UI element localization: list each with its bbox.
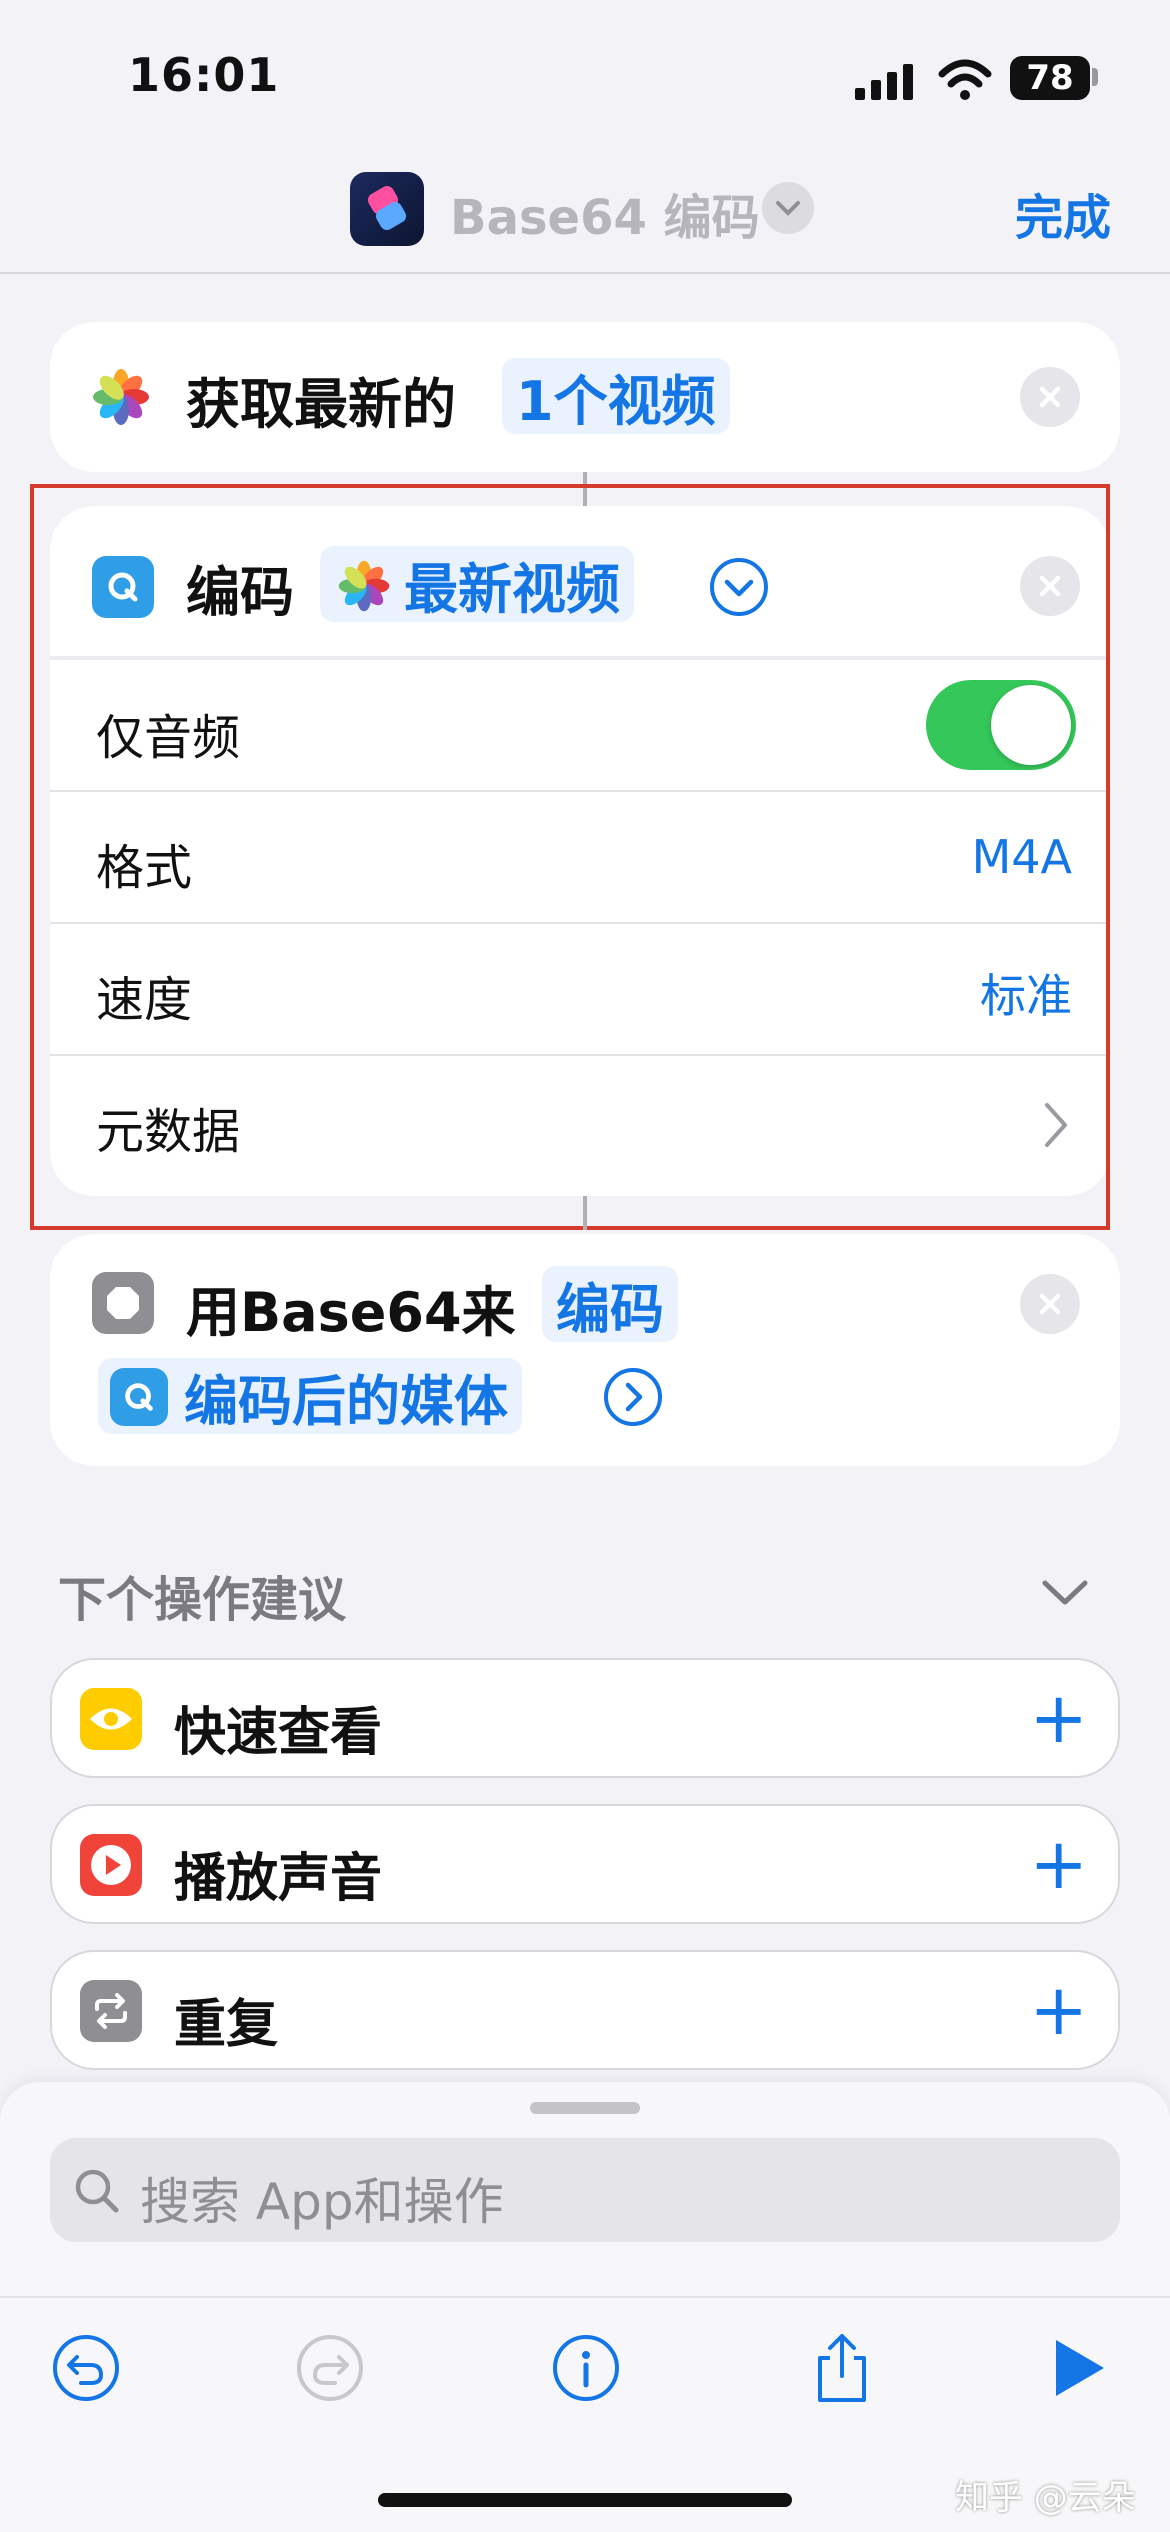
- home-indicator[interactable]: [378, 2493, 792, 2507]
- remove-action-button[interactable]: [1020, 367, 1080, 427]
- encode-mode-token[interactable]: 编码: [542, 1266, 678, 1342]
- done-button[interactable]: 完成: [1015, 178, 1111, 248]
- close-icon: [1039, 1293, 1061, 1315]
- status-time: 16:01: [128, 48, 280, 102]
- close-icon: [1039, 386, 1061, 408]
- video-count-token[interactable]: 1个视频: [502, 358, 730, 434]
- label-suffix: 来: [461, 1281, 516, 1344]
- action-label-prefix: 用Base64来: [186, 1268, 516, 1347]
- search-field[interactable]: 搜索 App和操作: [50, 2138, 1120, 2242]
- share-button[interactable]: [804, 2330, 880, 2406]
- token-label: 编码后的媒体: [184, 1369, 508, 1433]
- chevron-down-icon[interactable]: [1040, 1578, 1090, 1608]
- eye-icon: [80, 1688, 142, 1750]
- repeat-icon: [80, 1980, 142, 2042]
- label-prefix: 用: [186, 1281, 240, 1344]
- add-action-button[interactable]: +: [1029, 1970, 1088, 2050]
- suggestion-quick-look[interactable]: 快速查看 +: [50, 1658, 1120, 1778]
- search-icon: [75, 2169, 119, 2213]
- undo-icon: [53, 2335, 119, 2401]
- action-label: 获取最新的: [186, 373, 456, 436]
- shortcut-title[interactable]: Base64 编码: [450, 178, 760, 248]
- run-button[interactable]: [1040, 2330, 1116, 2406]
- chevron-right-circle-icon: [604, 1368, 662, 1426]
- action-card-get-latest-videos[interactable]: 获取最新的 1个视频: [50, 322, 1120, 472]
- action-connector: [583, 1196, 587, 1230]
- action-card-base64-encode[interactable]: 用Base64来 编码 编码后的媒体: [50, 1234, 1120, 1466]
- encode-media-icon: [110, 1368, 168, 1426]
- share-icon: [818, 2334, 866, 2402]
- undo-button[interactable]: [48, 2330, 124, 2406]
- shortcut-app-icon[interactable]: [350, 172, 424, 246]
- battery-nub: [1092, 68, 1098, 86]
- wifi-icon: [938, 59, 992, 100]
- chevron-down-icon[interactable]: [762, 182, 814, 234]
- photos-icon: [90, 366, 152, 428]
- label-mid: Base64: [240, 1281, 462, 1344]
- cellular-signal-icon: [855, 64, 913, 100]
- suggestion-label: 快速查看: [174, 1703, 383, 1763]
- suggestions-header: 下个操作建议: [58, 1572, 347, 1628]
- redo-button[interactable]: [292, 2330, 368, 2406]
- base64-stop-icon: [92, 1272, 154, 1334]
- remove-action-button[interactable]: [1020, 1274, 1080, 1334]
- variable-details-button[interactable]: [602, 1366, 664, 1428]
- battery-indicator: 78: [1010, 56, 1090, 100]
- play-icon: [80, 1834, 142, 1896]
- suggestion-repeat[interactable]: 重复 +: [50, 1950, 1120, 2070]
- suggestion-play-sound[interactable]: 播放声音 +: [50, 1804, 1120, 1924]
- info-button[interactable]: [548, 2330, 624, 2406]
- suggestion-label: 重复: [174, 1995, 279, 2055]
- play-icon: [1056, 2340, 1104, 2396]
- highlight-annotation-box: [30, 484, 1110, 1230]
- suggestion-label: 播放声音: [174, 1849, 383, 1909]
- search-placeholder: 搜索 App和操作: [140, 2173, 504, 2231]
- info-icon: [553, 2335, 619, 2401]
- shortcuts-logo-icon: [367, 186, 407, 230]
- sheet-grabber[interactable]: [530, 2102, 640, 2114]
- watermark: 知乎 @云朵: [955, 2478, 1136, 2518]
- add-action-button[interactable]: +: [1029, 1824, 1088, 1904]
- redo-icon: [297, 2335, 363, 2401]
- add-action-button[interactable]: +: [1029, 1678, 1088, 1758]
